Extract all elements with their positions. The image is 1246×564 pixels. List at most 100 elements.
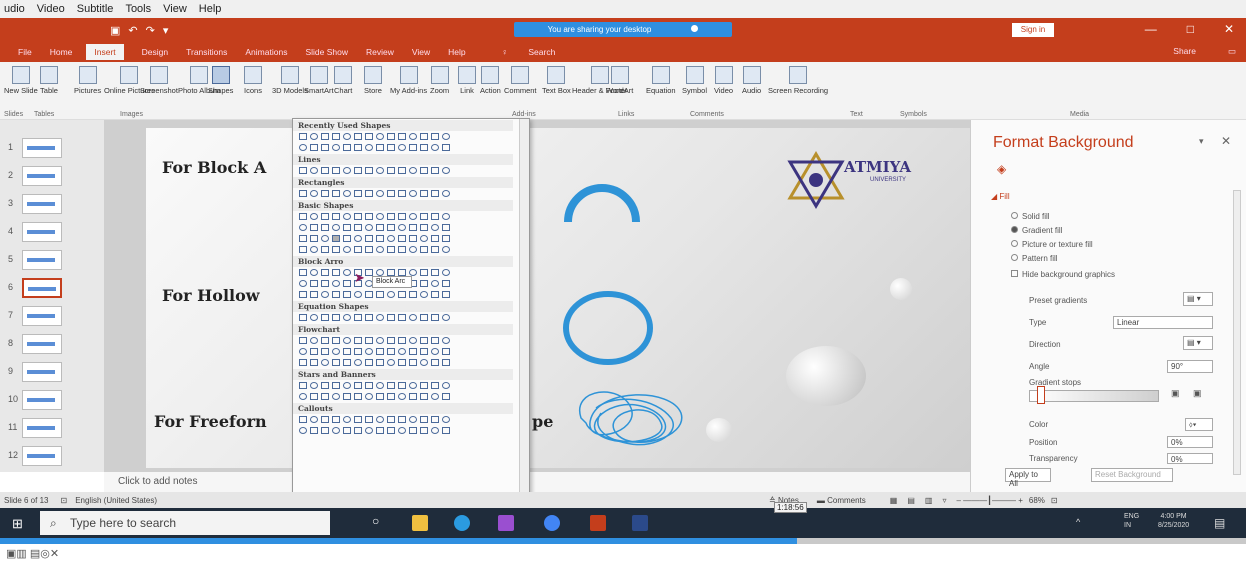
shape-icon[interactable]	[343, 235, 351, 242]
shape-icon[interactable]	[398, 235, 406, 242]
tab-help[interactable]: Help	[448, 47, 465, 57]
shape-icon[interactable]	[387, 337, 395, 344]
shape-icon[interactable]	[398, 359, 406, 366]
fill-section-header[interactable]: ◢ Fill	[991, 192, 1010, 201]
shape-icon[interactable]	[398, 393, 406, 400]
shape-icon[interactable]	[332, 280, 340, 287]
menu-video[interactable]: Video	[37, 3, 65, 15]
gradient-stop-handle[interactable]	[1037, 386, 1045, 404]
shape-icon[interactable]	[431, 235, 439, 242]
shape-icon[interactable]	[431, 246, 439, 253]
shape-icon[interactable]	[332, 348, 340, 355]
option-picture-fill[interactable]: Picture or texture fill	[1011, 240, 1093, 249]
shape-icon[interactable]	[442, 427, 450, 434]
input-language[interactable]: ENG IN	[1124, 512, 1139, 530]
shape-icon[interactable]	[365, 246, 373, 253]
shape-icon[interactable]	[387, 314, 395, 321]
shape-icon[interactable]	[420, 359, 428, 366]
shape-icon[interactable]	[365, 269, 373, 276]
shape-icon[interactable]	[343, 246, 351, 253]
fill-bucket-icon[interactable]: ◈	[997, 162, 1006, 176]
menu-audio[interactable]: udio	[4, 3, 25, 15]
shape-icon[interactable]	[321, 280, 329, 287]
shape-icon[interactable]	[299, 213, 307, 220]
shape-icon[interactable]	[310, 337, 318, 344]
menu-subtitle[interactable]: Subtitle	[77, 3, 114, 15]
powerpoint-taskbar-icon[interactable]	[590, 515, 606, 531]
pane-options-icon[interactable]: ▾	[1199, 136, 1204, 147]
sign-in-button[interactable]: Sign in	[1012, 23, 1054, 37]
shape-icon[interactable]	[431, 427, 439, 434]
shape-icon[interactable]	[365, 416, 373, 423]
shape-icon[interactable]	[343, 133, 351, 140]
shape-icon[interactable]	[310, 427, 318, 434]
ribbon-button-link[interactable]: Link	[458, 66, 476, 95]
minimize-button[interactable]: —	[1145, 22, 1157, 36]
shape-icon[interactable]	[354, 224, 362, 231]
tab-animations[interactable]: Animations	[245, 47, 287, 57]
shape-icon[interactable]	[343, 280, 351, 287]
close-button[interactable]: ✕	[1224, 22, 1234, 36]
slide-text-freeform[interactable]: For Freeforn	[154, 412, 267, 431]
ribbon-button-icons[interactable]: Icons	[244, 66, 262, 95]
shape-icon[interactable]	[343, 337, 351, 344]
shape-icon[interactable]	[409, 393, 417, 400]
position-input[interactable]: 0%	[1167, 436, 1213, 448]
gallery-scrollbar[interactable]	[519, 119, 529, 495]
angle-input[interactable]: 90°	[1167, 360, 1213, 373]
tray-chevron-icon[interactable]: ^	[1076, 517, 1080, 527]
shape-icon[interactable]	[343, 167, 351, 174]
shape-icon[interactable]	[398, 348, 406, 355]
shape-icon[interactable]	[343, 190, 351, 197]
shape-icon[interactable]	[332, 246, 340, 253]
shape-icon[interactable]	[442, 416, 450, 423]
shape-icon[interactable]	[398, 291, 406, 298]
shape-icon[interactable]	[431, 382, 439, 389]
slide-thumbnail[interactable]	[22, 362, 62, 382]
shape-icon[interactable]	[321, 246, 329, 253]
shape-icon[interactable]	[321, 235, 329, 242]
tab-search[interactable]: ♀ Search	[484, 47, 556, 57]
shape-icon[interactable]	[376, 144, 384, 151]
menu-view[interactable]: View	[163, 3, 187, 15]
shape-icon[interactable]	[376, 213, 384, 220]
redo-icon[interactable]: ↷	[146, 24, 155, 37]
shape-icon[interactable]	[365, 133, 373, 140]
hide-background-checkbox[interactable]: Hide background graphics	[1011, 270, 1115, 279]
player-control-icons[interactable]: ▣▥ ▤◎✕	[6, 547, 59, 560]
shape-icon[interactable]	[321, 314, 329, 321]
shape-icon[interactable]	[376, 133, 384, 140]
shape-icon[interactable]	[376, 359, 384, 366]
shape-icon[interactable]	[376, 190, 384, 197]
shape-icon[interactable]	[343, 359, 351, 366]
shape-icon[interactable]	[409, 291, 417, 298]
slide-thumbnail[interactable]	[22, 334, 62, 354]
shape-icon[interactable]	[354, 291, 362, 298]
shape-icon[interactable]	[376, 348, 384, 355]
shape-icon[interactable]	[431, 269, 439, 276]
shape-icon[interactable]	[420, 337, 428, 344]
shape-icon[interactable]	[365, 235, 373, 242]
shape-icon[interactable]	[387, 235, 395, 242]
shape-icon[interactable]	[376, 393, 384, 400]
shape-icon[interactable]	[332, 393, 340, 400]
clock[interactable]: 4:00 PM 8/25/2020	[1158, 512, 1189, 530]
shape-icon[interactable]	[321, 291, 329, 298]
shape-icon[interactable]	[310, 235, 318, 242]
shape-icon[interactable]	[431, 291, 439, 298]
remove-stop-icon[interactable]: ▣	[1193, 388, 1202, 399]
shape-icon[interactable]	[365, 190, 373, 197]
shape-icon[interactable]	[365, 393, 373, 400]
shape-icon[interactable]	[365, 291, 373, 298]
type-dropdown[interactable]: Linear	[1113, 316, 1213, 329]
shape-icon[interactable]	[332, 190, 340, 197]
shape-icon[interactable]	[343, 213, 351, 220]
ribbon-button-audio[interactable]: Audio	[742, 66, 761, 95]
option-solid-fill[interactable]: Solid fill	[1011, 212, 1050, 221]
slide-thumbnail[interactable]	[22, 138, 62, 158]
shape-icon[interactable]	[310, 393, 318, 400]
shape-icon[interactable]	[409, 133, 417, 140]
shape-icon[interactable]	[376, 235, 384, 242]
shape-icon[interactable]	[321, 337, 329, 344]
ribbon-button-screen-recording[interactable]: Screen Recording	[768, 66, 828, 95]
